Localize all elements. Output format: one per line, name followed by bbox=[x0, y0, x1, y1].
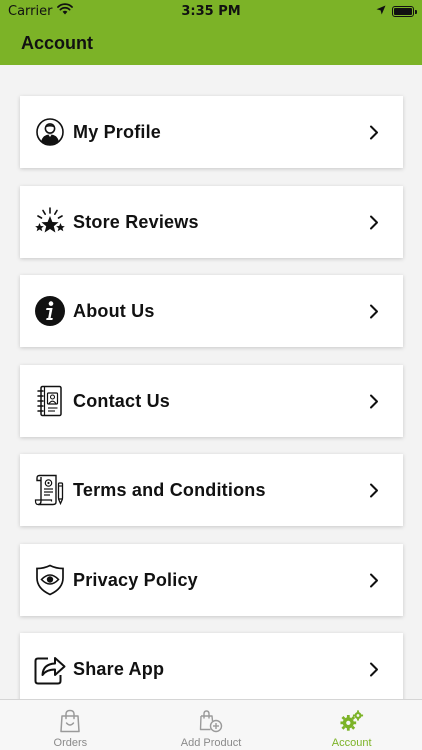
menu-item-label: My Profile bbox=[73, 121, 162, 142]
info-icon bbox=[34, 295, 66, 327]
chevron-right-icon bbox=[367, 572, 381, 588]
chevron-right-icon bbox=[367, 661, 381, 677]
menu-item-terms-and-conditions[interactable]: Terms and Conditions bbox=[20, 454, 403, 526]
gears-icon bbox=[340, 709, 364, 733]
status-left: Carrier bbox=[8, 3, 74, 19]
menu-item-label: Store Reviews bbox=[73, 211, 199, 232]
menu-item-label: Contact Us bbox=[73, 390, 171, 411]
shield-eye-icon bbox=[34, 564, 66, 596]
location-arrow-icon bbox=[376, 4, 386, 19]
tab-label: Account bbox=[331, 737, 372, 749]
wifi-icon bbox=[57, 3, 74, 19]
chevron-right-icon bbox=[367, 214, 381, 230]
chevron-right-icon bbox=[367, 393, 381, 409]
add-product-icon bbox=[199, 709, 223, 733]
menu-item-contact-us[interactable]: Contact Us bbox=[20, 365, 403, 437]
page-title: Account bbox=[21, 33, 93, 53]
menu-item-label: Share App bbox=[73, 658, 165, 679]
address-book-icon bbox=[34, 385, 66, 417]
tab-label: Add Product bbox=[180, 737, 242, 749]
menu-item-my-profile[interactable]: My Profile bbox=[20, 96, 403, 168]
document-certificate-icon bbox=[34, 474, 66, 506]
chevron-right-icon bbox=[367, 303, 381, 319]
status-bar: Carrier 3:35 PM bbox=[0, 0, 422, 22]
menu-item-privacy-policy[interactable]: Privacy Policy bbox=[20, 544, 403, 616]
tab-add-product[interactable]: Add Product bbox=[141, 700, 282, 750]
tab-label: Orders bbox=[53, 737, 88, 749]
carrier-label: Carrier bbox=[8, 3, 53, 19]
menu-item-share-app[interactable]: Share App bbox=[20, 633, 403, 699]
shopping-bag-icon bbox=[58, 709, 82, 733]
menu-item-store-reviews[interactable]: Store Reviews bbox=[20, 186, 403, 258]
menu-item-label: Privacy Policy bbox=[73, 569, 198, 590]
tab-bar: Orders Add Product Account bbox=[0, 699, 422, 750]
stars-review-icon bbox=[34, 206, 66, 238]
menu-item-about-us[interactable]: About Us bbox=[20, 275, 403, 347]
status-right bbox=[376, 4, 417, 19]
battery-icon bbox=[392, 5, 417, 17]
menu-item-label: Terms and Conditions bbox=[73, 479, 266, 500]
nav-bar: Account bbox=[0, 22, 422, 65]
tab-account[interactable]: Account bbox=[281, 700, 422, 750]
chevron-right-icon bbox=[367, 124, 381, 140]
share-icon bbox=[34, 653, 66, 685]
menu-list: My Profile Store Reviews About Us Contac… bbox=[0, 65, 422, 699]
tab-orders[interactable]: Orders bbox=[0, 700, 141, 750]
user-profile-icon bbox=[34, 116, 66, 148]
menu-item-label: About Us bbox=[73, 300, 155, 321]
chevron-right-icon bbox=[367, 482, 381, 498]
